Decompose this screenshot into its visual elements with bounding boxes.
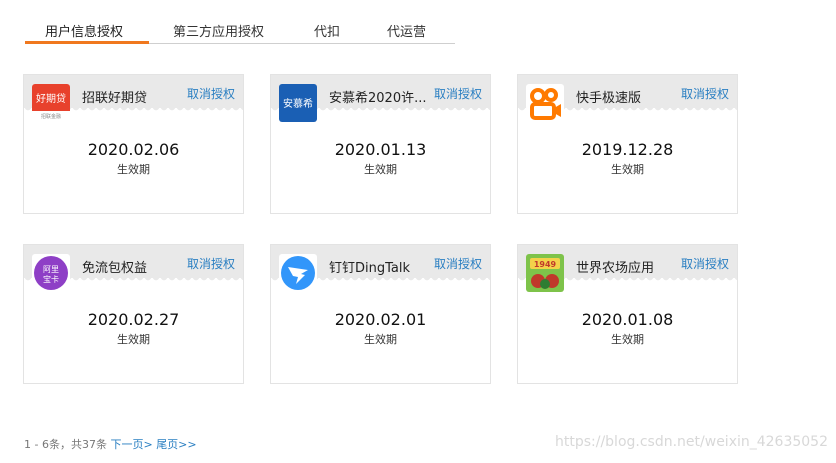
revoke-auth-button[interactable]: 取消授权 bbox=[187, 85, 235, 102]
auth-card: 好期贷 招联金融 招联好期贷 取消授权 2020.02.06 生效期 bbox=[23, 74, 244, 214]
dingtalk-icon bbox=[279, 254, 317, 292]
haoqidai-icon: 好期贷 招联金融 bbox=[32, 84, 70, 122]
app-name: 快手极速版 bbox=[576, 91, 642, 106]
active-tab-indicator bbox=[25, 41, 149, 44]
effective-date: 2020.02.06 bbox=[87, 140, 180, 159]
app-name: 世界农场应用 bbox=[576, 261, 655, 276]
tab-third-party-auth[interactable]: 第三方应用授权 bbox=[173, 21, 264, 40]
effective-date: 2020.01.08 bbox=[581, 310, 674, 329]
effective-date-label: 生效期 bbox=[117, 163, 150, 176]
svg-text:宝卡: 宝卡 bbox=[43, 274, 59, 284]
effective-date: 2020.02.27 bbox=[87, 310, 180, 329]
last-page-link[interactable]: 尾页>> bbox=[156, 438, 196, 451]
app-name: 免流包权益 bbox=[82, 261, 148, 276]
auth-card: 阿里 宝卡 免流包权益 取消授权 2020.02.27 生效期 bbox=[23, 244, 244, 384]
next-page-link[interactable]: 下一页> bbox=[110, 438, 152, 451]
app-name: 钉钉DingTalk bbox=[329, 261, 411, 276]
effective-date: 2020.01.13 bbox=[334, 140, 427, 159]
authorization-tabs: 用户信息授权 第三方应用授权 代扣 代运营 bbox=[25, 18, 455, 44]
tab-withholding[interactable]: 代扣 bbox=[314, 21, 340, 40]
effective-date-label: 生效期 bbox=[611, 163, 644, 176]
auth-card: 安慕希 安慕希2020许... 取消授权 2020.01.13 生效期 bbox=[270, 74, 491, 214]
revoke-auth-button[interactable]: 取消授权 bbox=[187, 255, 235, 272]
svg-text:安慕希: 安慕希 bbox=[283, 97, 313, 110]
effective-date: 2019.12.28 bbox=[581, 140, 674, 159]
revoke-auth-button[interactable]: 取消授权 bbox=[434, 85, 482, 102]
revoke-auth-button[interactable]: 取消授权 bbox=[681, 85, 729, 102]
tab-user-info-auth[interactable]: 用户信息授权 bbox=[45, 21, 123, 40]
revoke-auth-button[interactable]: 取消授权 bbox=[681, 255, 729, 272]
effective-date-label: 生效期 bbox=[117, 333, 150, 346]
alibao-icon: 阿里 宝卡 bbox=[32, 254, 70, 292]
watermark: https://blog.csdn.net/weixin_42635052 bbox=[554, 434, 828, 450]
auth-card: 1949 世界农场应用 取消授权 2020.01.08 生效期 bbox=[517, 244, 738, 384]
auth-card: 快手极速版 取消授权 2019.12.28 生效期 bbox=[517, 74, 738, 214]
svg-text:1949: 1949 bbox=[534, 260, 557, 269]
tab-operation-agency[interactable]: 代运营 bbox=[387, 21, 426, 40]
effective-date: 2020.02.01 bbox=[334, 310, 427, 329]
anmuxi-icon: 安慕希 bbox=[279, 84, 317, 122]
kuaishou-icon bbox=[526, 84, 564, 122]
farm-icon: 1949 bbox=[526, 254, 564, 292]
pagination-summary: 1 - 6条，共37条 bbox=[24, 438, 107, 451]
app-name: 招联好期贷 bbox=[82, 91, 148, 106]
effective-date-label: 生效期 bbox=[364, 333, 397, 346]
revoke-auth-button[interactable]: 取消授权 bbox=[434, 255, 482, 272]
auth-card: 钉钉DingTalk 取消授权 2020.02.01 生效期 bbox=[270, 244, 491, 384]
svg-text:好期贷: 好期贷 bbox=[36, 92, 66, 105]
effective-date-label: 生效期 bbox=[611, 333, 644, 346]
pagination: 1 - 6条，共37条 下一页> 尾页>> bbox=[24, 436, 197, 452]
effective-date-label: 生效期 bbox=[364, 163, 397, 176]
svg-text:阿里: 阿里 bbox=[43, 265, 59, 274]
app-name: 安慕希2020许... bbox=[329, 91, 427, 106]
svg-text:招联金融: 招联金融 bbox=[41, 113, 61, 120]
